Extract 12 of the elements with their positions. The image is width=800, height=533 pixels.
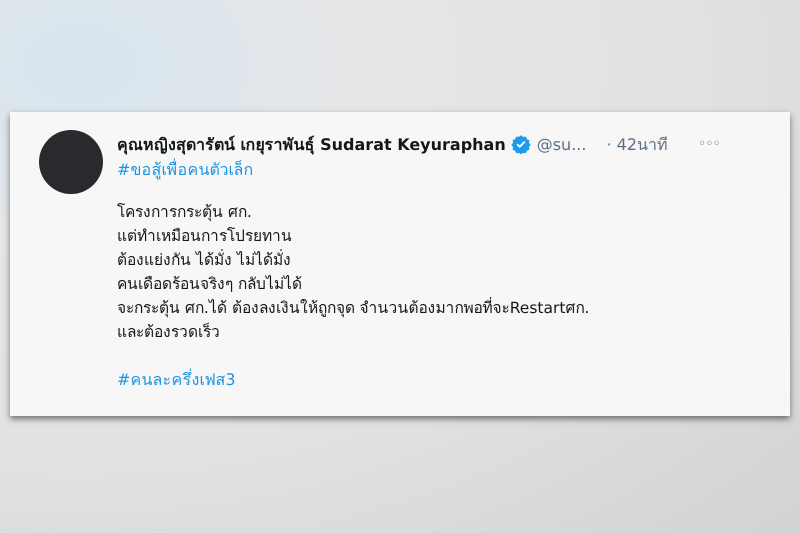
user-handle[interactable]: @su... [536, 134, 586, 154]
timestamp[interactable]: · 42นาที [606, 132, 668, 156]
tweet-text-line: แต่ทำเหมือนการโปรยทาน [117, 226, 293, 247]
hashtag-link[interactable]: #คนละครึ่งเฟส3 [117, 368, 236, 392]
tweet-text-line: และต้องรวดเร็ว [117, 322, 221, 343]
tweet-text-line: คนเดือดร้อนจริงๆ กลับไม่ได้ [117, 274, 303, 295]
tweet-text-line: โครงการกระตุ้น ศก. [117, 202, 253, 224]
hashtag-link[interactable]: #ขอสู้เพื่อคนตัวเล็ก [117, 158, 254, 182]
display-name[interactable]: คุณหญิงสุดารัตน์ เกยุราพันธุ์ Sudarat Keyuraphan [117, 132, 506, 156]
tweet-text-line: ต้องแย่งกัน ได้มั่ง ไม่ได้มั่ง [117, 248, 292, 271]
tweet-text-line: จะกระตุ้น ศก.ได้ ต้องลงเงินให้ถูกจุด จำนวนต้องมากพอที่จะRestartศก. [117, 296, 590, 320]
more-options-button[interactable]: ◦◦◦ [698, 136, 720, 152]
